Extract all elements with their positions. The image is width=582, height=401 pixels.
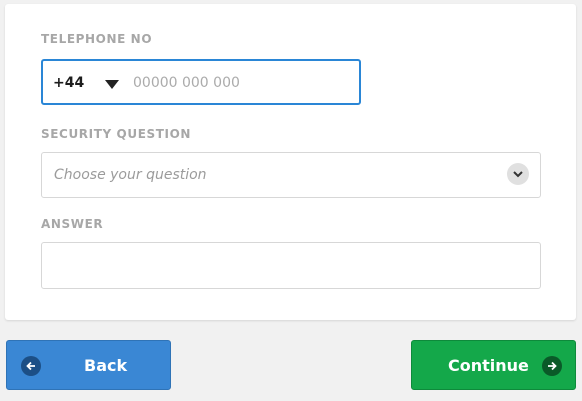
security-question-placeholder: Choose your question (54, 167, 207, 183)
continue-button-label: Continue (448, 356, 529, 375)
caret-down-icon[interactable] (105, 80, 119, 89)
telephone-field: +44 (41, 59, 361, 105)
answer-input[interactable] (41, 242, 541, 289)
back-button-label: Back (84, 356, 128, 375)
security-question-label: SECURITY QUESTION (41, 127, 192, 141)
telephone-input[interactable] (133, 73, 333, 93)
security-question-select[interactable]: Choose your question (41, 152, 541, 198)
arrow-left-icon (21, 356, 41, 376)
back-button[interactable]: Back (6, 340, 171, 390)
answer-label: ANSWER (41, 217, 104, 231)
arrow-right-icon (542, 356, 562, 376)
continue-button[interactable]: Continue (411, 340, 576, 390)
telephone-label: TELEPHONE NO (41, 32, 153, 46)
country-code-value[interactable]: +44 (53, 75, 84, 91)
chevron-down-icon[interactable] (507, 163, 529, 185)
